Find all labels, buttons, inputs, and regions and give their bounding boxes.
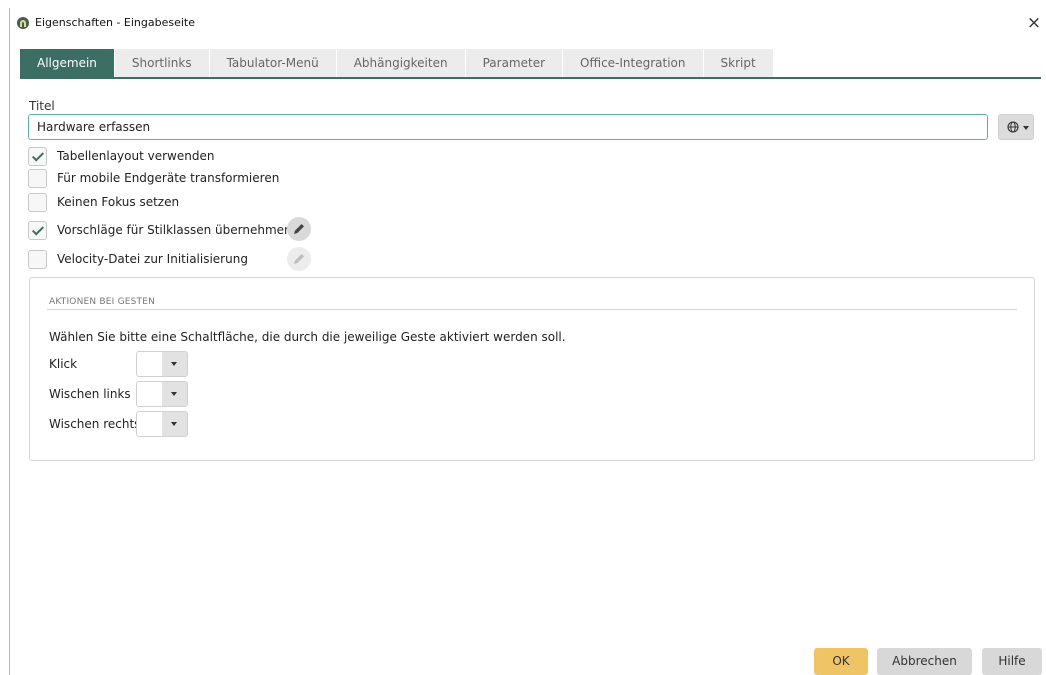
table-layout-label: Tabellenlayout verwenden [57,149,215,163]
chevron-down-icon [162,412,187,436]
no-focus-checkbox[interactable] [28,192,47,212]
title-input[interactable] [28,114,988,140]
title-label: Titel [29,99,55,113]
edit-velocity-button [287,247,311,271]
edit-style-classes-button[interactable] [287,217,311,241]
tab-allgemein[interactable]: Allgemein [20,49,115,78]
swipe-left-label: Wischen links [49,387,131,401]
tab-abhaengigkeiten[interactable]: Abhängigkeiten [336,49,466,78]
globe-icon [1007,121,1019,136]
tab-skript[interactable]: Skript [703,49,774,78]
gestures-instruction: Wählen Sie bitte eine Schaltfläche, die … [49,330,566,344]
dialog-content: Allgemein Shortlinks Tabulator-Menü Abhä… [20,46,1041,644]
tab-bar: Allgemein Shortlinks Tabulator-Menü Abhä… [20,49,774,78]
checkbox-row-mobile-transform: Für mobile Endgeräte transformieren [28,168,279,188]
no-focus-label: Keinen Fokus setzen [57,195,180,209]
cancel-button[interactable]: Abbrechen [877,648,972,675]
ok-button[interactable]: OK [814,648,868,675]
chevron-down-icon [162,382,187,406]
velocity-label: Velocity-Datei zur Initialisierung [57,252,248,266]
style-classes-label: Vorschläge für Stilklassen übernehmen [57,223,292,237]
checkbox-row-table-layout: Tabellenlayout verwenden [28,146,214,166]
app-logo-icon [17,17,29,29]
mobile-transform-checkbox[interactable] [28,168,47,188]
title-bar: Eigenschaften - Eingabeseite × [10,8,1046,38]
style-classes-checkbox[interactable] [28,220,47,240]
mobile-transform-label: Für mobile Endgeräte transformieren [57,171,280,185]
checkbox-row-style-classes: Vorschläge für Stilklassen übernehmen [28,220,292,240]
tab-shortlinks[interactable]: Shortlinks [114,49,210,78]
swipe-right-label: Wischen rechts [49,417,141,431]
checkbox-row-no-focus: Keinen Fokus setzen [28,192,179,212]
checkbox-row-velocity: Velocity-Datei zur Initialisierung [28,249,248,269]
swipe-left-select[interactable] [136,381,188,407]
close-button[interactable]: × [1023,12,1045,34]
button-bar: OK Abbrechen Hilfe [10,644,1046,675]
help-button[interactable]: Hilfe [982,648,1042,675]
properties-dialog: Eigenschaften - Eingabeseite × Allgemein… [9,8,1046,675]
click-gesture-select[interactable] [136,351,188,377]
tab-underline [20,77,1041,79]
swipe-right-select[interactable] [136,411,188,437]
chevron-down-icon [162,352,187,376]
chevron-down-icon [1023,126,1029,130]
click-gesture-label: Klick [49,357,78,371]
table-layout-checkbox[interactable] [28,146,47,166]
gestures-group-title: AKTIONEN BEI GESTEN [49,297,156,307]
window-title: Eigenschaften - Eingabeseite [35,16,195,29]
velocity-checkbox[interactable] [28,249,47,269]
tab-parameter[interactable]: Parameter [465,49,564,78]
tab-office-integration[interactable]: Office-Integration [563,49,704,78]
gestures-group: AKTIONEN BEI GESTEN Wählen Sie bitte ein… [29,277,1035,461]
tab-tabulator-menu[interactable]: Tabulator-Menü [209,49,337,78]
divider [47,309,1017,310]
language-button[interactable] [998,114,1034,140]
